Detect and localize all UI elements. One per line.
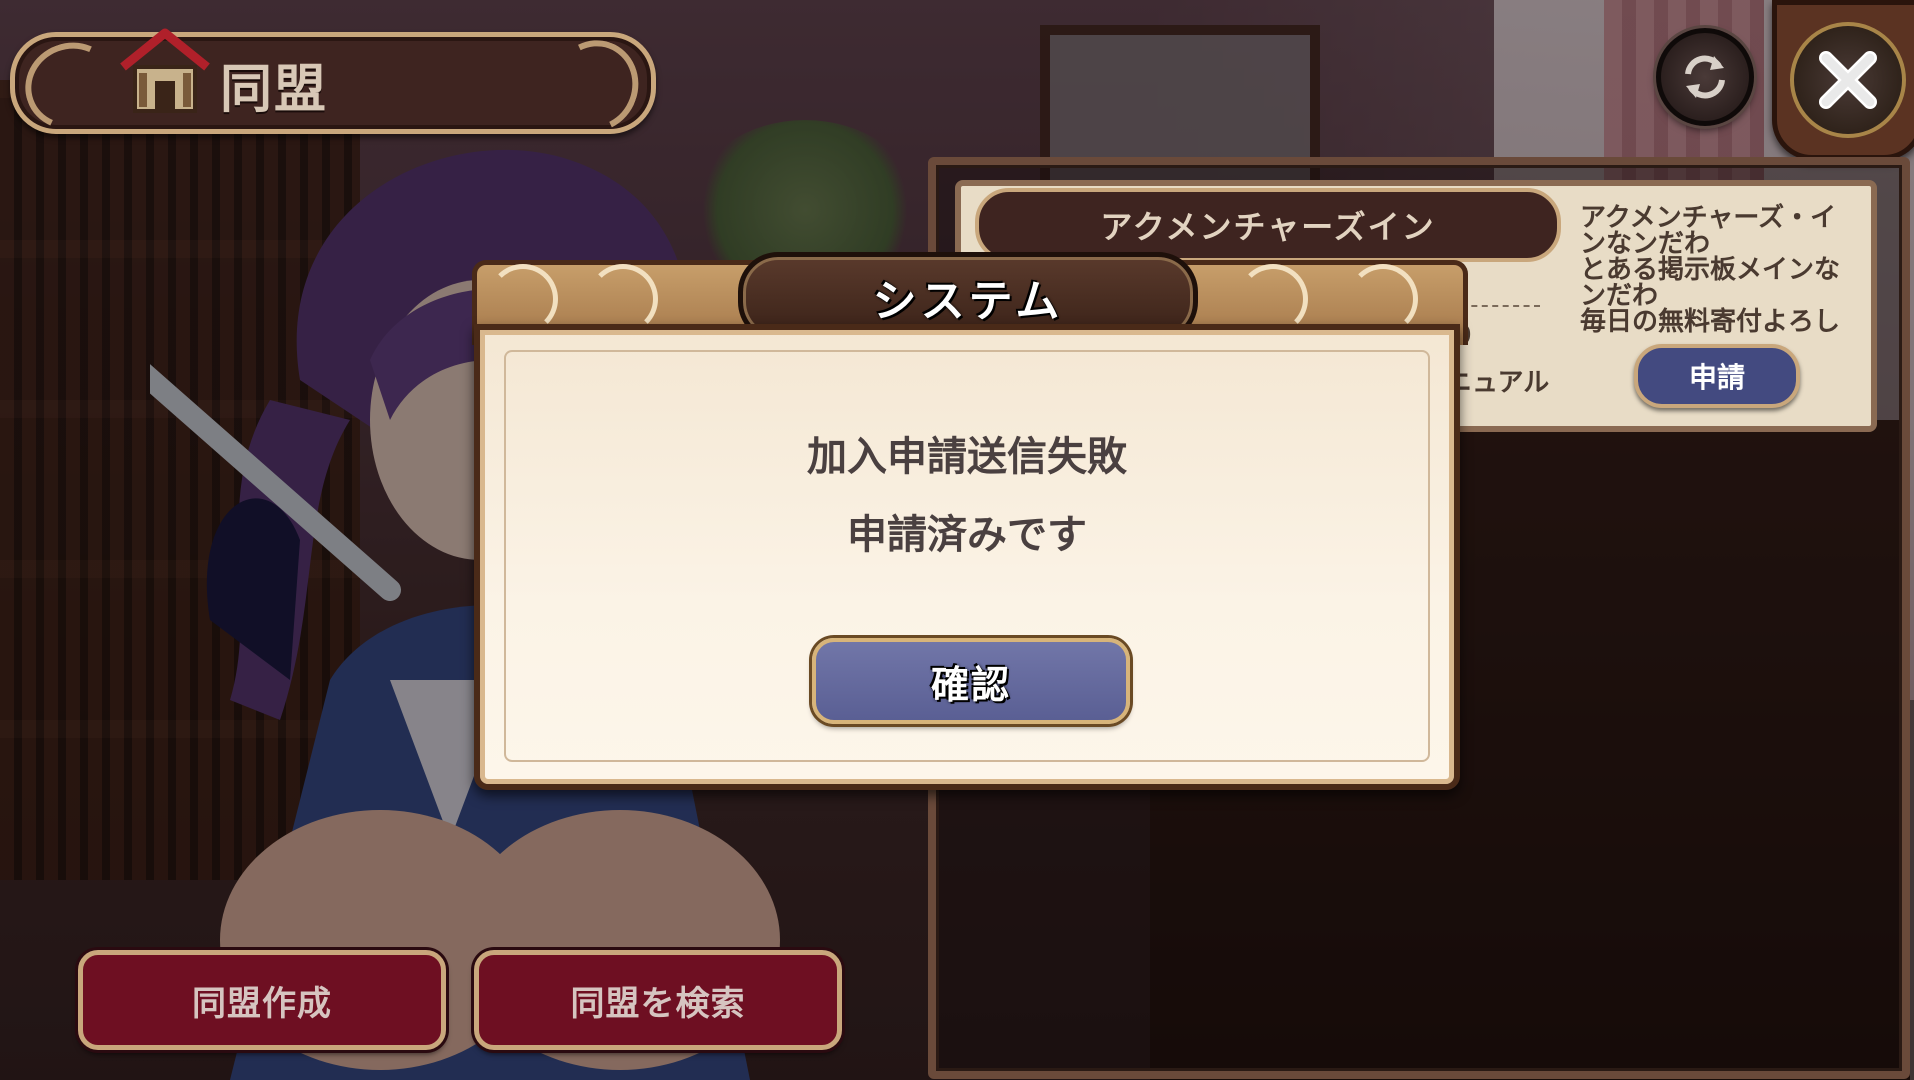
guild-description-line: 毎日の無料寄付よろし xyxy=(1580,307,1841,337)
dialog-message-line2: 申請済みです xyxy=(847,512,1087,558)
dialog-message-line1: 加入申請送信失敗 xyxy=(807,434,1127,480)
search-guild-label: 同盟を検索 xyxy=(570,983,746,1024)
ornament-right xyxy=(538,28,652,144)
home-icon xyxy=(120,28,210,113)
refresh-button[interactable] xyxy=(1656,28,1754,126)
apply-button[interactable]: 申請 xyxy=(1634,344,1800,408)
page-title: 同盟 xyxy=(220,60,329,120)
guild-description-line: ンなンだわ xyxy=(1580,229,1711,259)
header-bar: 同盟 xyxy=(10,28,656,144)
ornament-left xyxy=(13,29,129,143)
guild-type-label: ニュアル xyxy=(1446,368,1550,398)
confirm-button-label: 確認 xyxy=(930,662,1011,707)
dialog-title: システム xyxy=(872,276,1064,327)
apply-button-label: 申請 xyxy=(1688,361,1745,394)
guild-description-line: とある掲示板メインな xyxy=(1580,255,1841,285)
search-guild-button[interactable]: 同盟を検索 xyxy=(474,950,842,1050)
refresh-icon xyxy=(1685,55,1725,99)
guild-description: アクメンチャーズ・イ ンなンだわ とある掲示板メインな ンだわ 毎日の無料寄付よ… xyxy=(1580,205,1850,335)
close-button-inner xyxy=(1790,22,1906,138)
create-guild-label: 同盟作成 xyxy=(192,983,332,1024)
close-icon xyxy=(1819,51,1877,109)
create-guild-button[interactable]: 同盟作成 xyxy=(78,950,446,1050)
guild-description-line: ンだわ xyxy=(1580,281,1659,311)
guild-description-line: アクメンチャーズ・イ xyxy=(1580,203,1837,233)
close-button[interactable] xyxy=(1772,0,1914,160)
confirm-button[interactable]: 確認 xyxy=(812,638,1130,724)
dialog-body: 加入申請送信失敗 申請済みです 確認 xyxy=(474,324,1460,790)
